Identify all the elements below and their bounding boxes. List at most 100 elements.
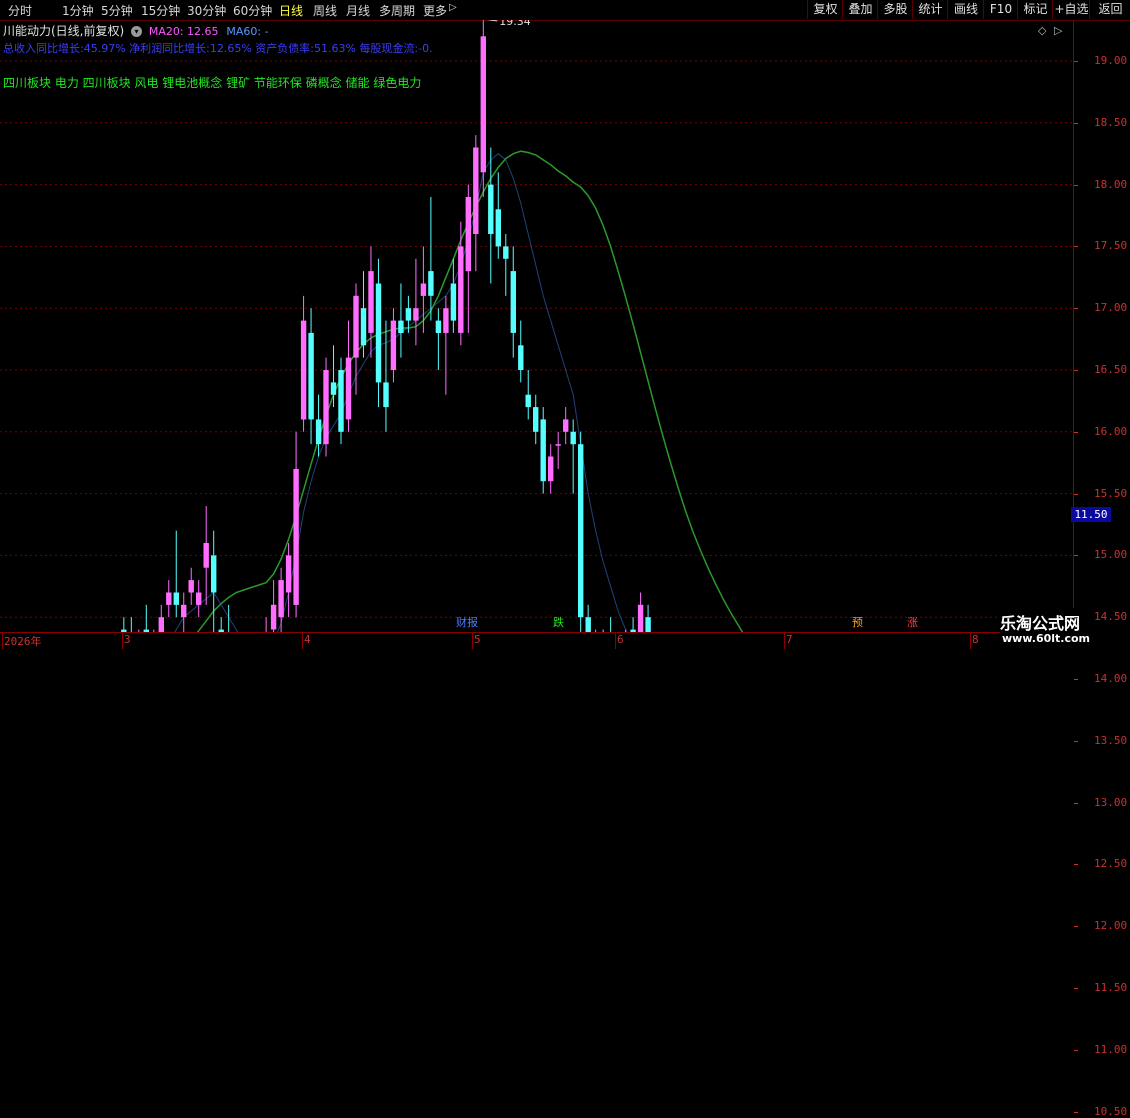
price-tick: 13.00 bbox=[1094, 795, 1128, 809]
candle-body bbox=[278, 580, 284, 618]
candle-body bbox=[510, 271, 516, 333]
event-marker[interactable]: 跌 bbox=[553, 616, 564, 630]
candle-body bbox=[578, 444, 584, 618]
toolbar-button-7[interactable]: +自选 bbox=[1052, 0, 1090, 19]
timeframe-2[interactable]: 5分钟 bbox=[101, 2, 133, 19]
toolbar-button-4[interactable]: 画线 bbox=[947, 0, 984, 19]
timeframe-1[interactable]: 1分钟 bbox=[62, 2, 94, 19]
event-marker[interactable]: 预 bbox=[852, 616, 863, 630]
toolbar-button-5[interactable]: F10 bbox=[983, 0, 1018, 19]
candle-body bbox=[540, 419, 546, 482]
toolbar-button-2[interactable]: 多股 bbox=[877, 0, 913, 19]
timeframe-0[interactable]: 分时 bbox=[8, 2, 32, 19]
watermark-name: 乐淘公式网 bbox=[1000, 614, 1081, 633]
toolbar-button-8[interactable]: 返回 bbox=[1089, 0, 1130, 19]
timeframe-8[interactable]: 月线 bbox=[346, 2, 370, 19]
candle-body bbox=[315, 419, 322, 445]
price-tick: 13.50 bbox=[1094, 733, 1128, 747]
price-tick-mark bbox=[1074, 864, 1078, 866]
date-tick bbox=[615, 632, 616, 649]
price-tick: 16.00 bbox=[1094, 424, 1128, 438]
candle-body bbox=[353, 295, 359, 358]
kline-svg[interactable]: 19.3410.46 bbox=[0, 15, 1073, 1118]
price-tick-mark bbox=[1074, 122, 1078, 124]
toolbar-button-6[interactable]: 标记 bbox=[1017, 0, 1053, 19]
candle-body bbox=[405, 308, 412, 321]
price-tick-mark bbox=[1074, 926, 1078, 928]
timeframe-7[interactable]: 周线 bbox=[313, 2, 337, 19]
price-tick: 12.50 bbox=[1094, 857, 1128, 871]
toolbar-button-0[interactable]: 复权 bbox=[807, 0, 843, 19]
price-tick: 15.50 bbox=[1094, 486, 1128, 500]
price-tick-mark bbox=[1074, 370, 1078, 371]
candle-body bbox=[548, 456, 554, 482]
financial-summary: 总收入同比增长:45.97% 净利润同比增长:12.65% 资产负债率:51.6… bbox=[3, 42, 433, 55]
settings-icon[interactable]: ▾ bbox=[131, 26, 143, 37]
price-tick-mark bbox=[1074, 617, 1078, 619]
price-tick: 18.50 bbox=[1094, 115, 1128, 129]
price-tick-mark bbox=[1074, 988, 1078, 989]
candle-body bbox=[518, 345, 524, 370]
price-tick-mark bbox=[1074, 679, 1078, 680]
price-axis bbox=[1074, 20, 1130, 632]
price-tick: 14.50 bbox=[1094, 610, 1128, 624]
expand-arrow-icon[interactable]: ▷ bbox=[1054, 24, 1062, 37]
ma20-line bbox=[3, 150, 1046, 900]
toolbar-button-3[interactable]: 统计 bbox=[912, 0, 948, 19]
candle-body bbox=[563, 419, 569, 432]
date-tick bbox=[784, 632, 785, 649]
ma-short-line bbox=[3, 153, 1045, 1057]
price-tick-mark bbox=[1074, 246, 1078, 248]
diamond-icon[interactable]: ◇ bbox=[1038, 24, 1046, 37]
ma20-label: MA20: 12.65 bbox=[148, 25, 219, 38]
candle-body bbox=[480, 36, 486, 173]
candle-body bbox=[428, 271, 434, 296]
candle-body bbox=[398, 320, 404, 333]
candle-body bbox=[555, 444, 561, 446]
toolbar-button-1[interactable]: 叠加 bbox=[842, 0, 878, 19]
timeframe-10[interactable]: 更多 bbox=[423, 2, 447, 19]
candle-body bbox=[585, 617, 591, 642]
candle-body bbox=[570, 431, 576, 445]
candle-body bbox=[360, 308, 367, 346]
candle-body bbox=[503, 246, 509, 259]
ma60-label: MA60: - bbox=[226, 25, 269, 38]
more-arrow-icon[interactable]: ▷ bbox=[449, 2, 457, 13]
event-marker[interactable]: 财报 bbox=[456, 616, 478, 630]
timeframe-4[interactable]: 30分钟 bbox=[187, 2, 226, 19]
price-tick: 15.00 bbox=[1094, 548, 1128, 562]
date-tick bbox=[472, 632, 473, 649]
kline-chart[interactable]: 19.3410.46 bbox=[0, 15, 1074, 1118]
timeframe-5[interactable]: 60分钟 bbox=[233, 2, 272, 19]
price-tick: 11.50 bbox=[1094, 981, 1128, 994]
price-tick: 12.00 bbox=[1094, 919, 1128, 933]
candle-body bbox=[450, 283, 457, 321]
timeframe-3[interactable]: 15分钟 bbox=[141, 2, 180, 19]
price-tick-mark bbox=[1074, 740, 1078, 742]
date-tick bbox=[2, 632, 3, 649]
candle-body bbox=[368, 271, 374, 333]
candle-body bbox=[203, 543, 209, 568]
month-label: 3 bbox=[124, 633, 131, 646]
price-tick: 17.50 bbox=[1094, 239, 1128, 253]
candle-body bbox=[166, 592, 172, 605]
price-tick-mark bbox=[1074, 431, 1078, 433]
candle-body bbox=[488, 184, 494, 234]
current-price-box: 11.50 bbox=[1071, 507, 1111, 522]
chart-header: 川能动力(日线,前复权) ▾ MA20: 12.65 MA60: - bbox=[3, 22, 269, 39]
candle-body bbox=[413, 308, 419, 321]
timeframe-9[interactable]: 多周期 bbox=[379, 2, 415, 19]
candle-body bbox=[158, 617, 164, 642]
event-marker[interactable]: 涨 bbox=[907, 616, 918, 630]
price-tick: 14.00 bbox=[1094, 672, 1128, 685]
candle-body bbox=[181, 604, 187, 618]
candle-body bbox=[375, 283, 382, 383]
price-tick: 11.00 bbox=[1094, 1042, 1128, 1056]
candle-body bbox=[173, 592, 179, 605]
price-tick-mark bbox=[1074, 493, 1078, 495]
price-tick-mark bbox=[1074, 1049, 1078, 1051]
month-label: 4 bbox=[304, 633, 311, 646]
timeframe-6[interactable]: 日线 bbox=[279, 2, 303, 19]
high-pointer bbox=[483, 18, 498, 22]
candle-body bbox=[465, 197, 471, 272]
